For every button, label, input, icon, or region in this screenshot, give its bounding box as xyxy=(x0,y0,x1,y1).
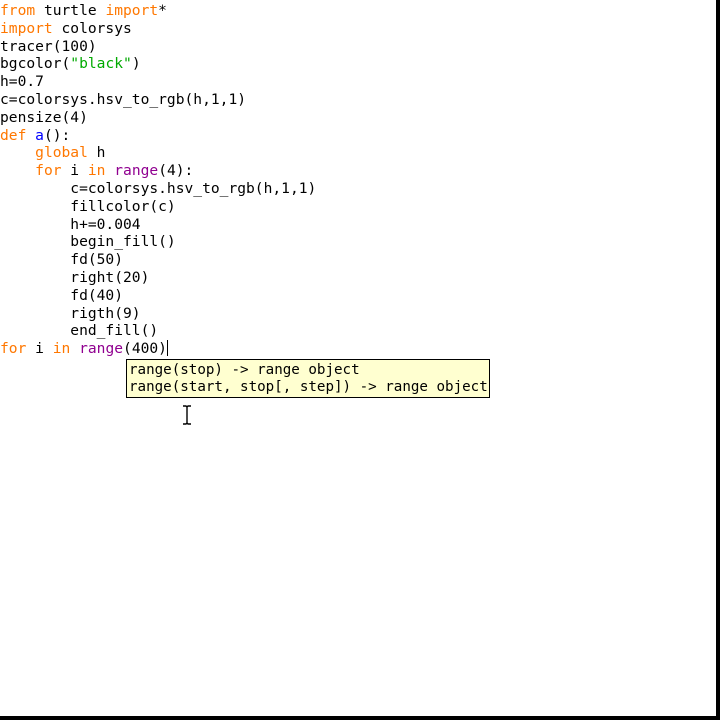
code-token-kw: def xyxy=(0,126,27,144)
code-token: (): xyxy=(43,126,71,144)
code-token: turtle xyxy=(35,2,106,19)
code-editor[interactable]: from turtle import* import colorsys tracer… xyxy=(0,0,720,720)
text-caret xyxy=(166,340,168,357)
code-line[interactable]: global h xyxy=(0,144,316,162)
code-token-kw: for xyxy=(35,162,62,180)
code-token: fd(50) xyxy=(0,251,124,269)
code-token-bi: range xyxy=(79,340,124,358)
code-token: pensize(4) xyxy=(0,108,88,126)
code-line[interactable]: c=colorsys.hsv_to_rgb(h,1,1) xyxy=(0,91,316,109)
code-line[interactable]: rigth(9) xyxy=(0,305,316,323)
code-token: (4): xyxy=(158,162,194,180)
code-token-kw: import xyxy=(105,2,159,19)
code-line[interactable]: import colorsys xyxy=(0,20,316,38)
code-line[interactable]: begin_fill() xyxy=(0,233,316,251)
code-token: h=0.7 xyxy=(0,73,44,91)
code-line[interactable]: fillcolor(c) xyxy=(0,198,316,216)
code-token: c=colorsys.hsv_to_rgb(h,1,1) xyxy=(0,90,247,108)
code-line[interactable]: h=0.7 xyxy=(0,73,316,91)
code-line[interactable]: tracer(100) xyxy=(0,38,316,56)
calltip-line: range(start, stop[, step]) -> range obje… xyxy=(129,379,488,395)
code-line[interactable]: fd(50) xyxy=(0,251,316,269)
code-line[interactable]: right(20) xyxy=(0,269,316,287)
code-line[interactable]: c=colorsys.hsv_to_rgb(h,1,1) xyxy=(0,180,316,198)
code-token: fillcolor(c) xyxy=(0,197,176,215)
code-token-str: "black" xyxy=(70,55,132,73)
code-line[interactable]: fd(40) xyxy=(0,287,316,305)
code-token: c=colorsys.hsv_to_rgb(h,1,1) xyxy=(0,179,317,197)
code-token: right(20) xyxy=(0,268,150,286)
code-token: ) xyxy=(131,55,141,73)
code-token-kw: in xyxy=(52,340,71,358)
code-line[interactable]: bgcolor("black") xyxy=(0,55,316,73)
text-cursor-icon xyxy=(183,405,191,425)
code-token-kw: import xyxy=(0,19,53,37)
code-area[interactable]: from turtle import* import colorsys tracer… xyxy=(0,2,316,358)
code-line[interactable]: h+=0.004 xyxy=(0,216,316,234)
code-line[interactable]: end_fill() xyxy=(0,322,316,340)
code-token-kw: from xyxy=(0,2,36,19)
code-token: h+=0.004 xyxy=(0,215,141,233)
code-token: * xyxy=(158,2,167,19)
code-token-fn: a xyxy=(35,126,44,144)
code-token: h xyxy=(87,144,106,162)
code-token: fd(40) xyxy=(0,286,124,304)
code-token-bi: range xyxy=(114,162,159,180)
code-token: bgcolor( xyxy=(0,55,71,73)
code-line[interactable]: pensize(4) xyxy=(0,109,316,127)
code-token: i xyxy=(26,340,53,358)
code-token: (400) xyxy=(123,340,167,358)
code-token-kw: for xyxy=(0,340,27,358)
code-token-kw: in xyxy=(87,162,106,180)
code-token: tracer(100) xyxy=(0,37,97,55)
code-token-kw: global xyxy=(35,144,88,162)
code-token: colorsys xyxy=(52,19,132,37)
code-line[interactable]: def a(): xyxy=(0,127,316,145)
code-token: begin_fill() xyxy=(0,233,176,251)
code-line[interactable]: for i in range(400) xyxy=(0,340,316,358)
code-line[interactable]: from turtle import* xyxy=(0,2,316,20)
calltip-line: range(stop) -> range object xyxy=(129,362,360,378)
code-token: i xyxy=(61,162,88,180)
calltip: range(stop) -> range object range(start, … xyxy=(126,359,490,398)
code-token: end_fill() xyxy=(0,322,159,340)
code-token: rigth(9) xyxy=(0,304,141,322)
code-line[interactable]: for i in range(4): xyxy=(0,162,316,180)
